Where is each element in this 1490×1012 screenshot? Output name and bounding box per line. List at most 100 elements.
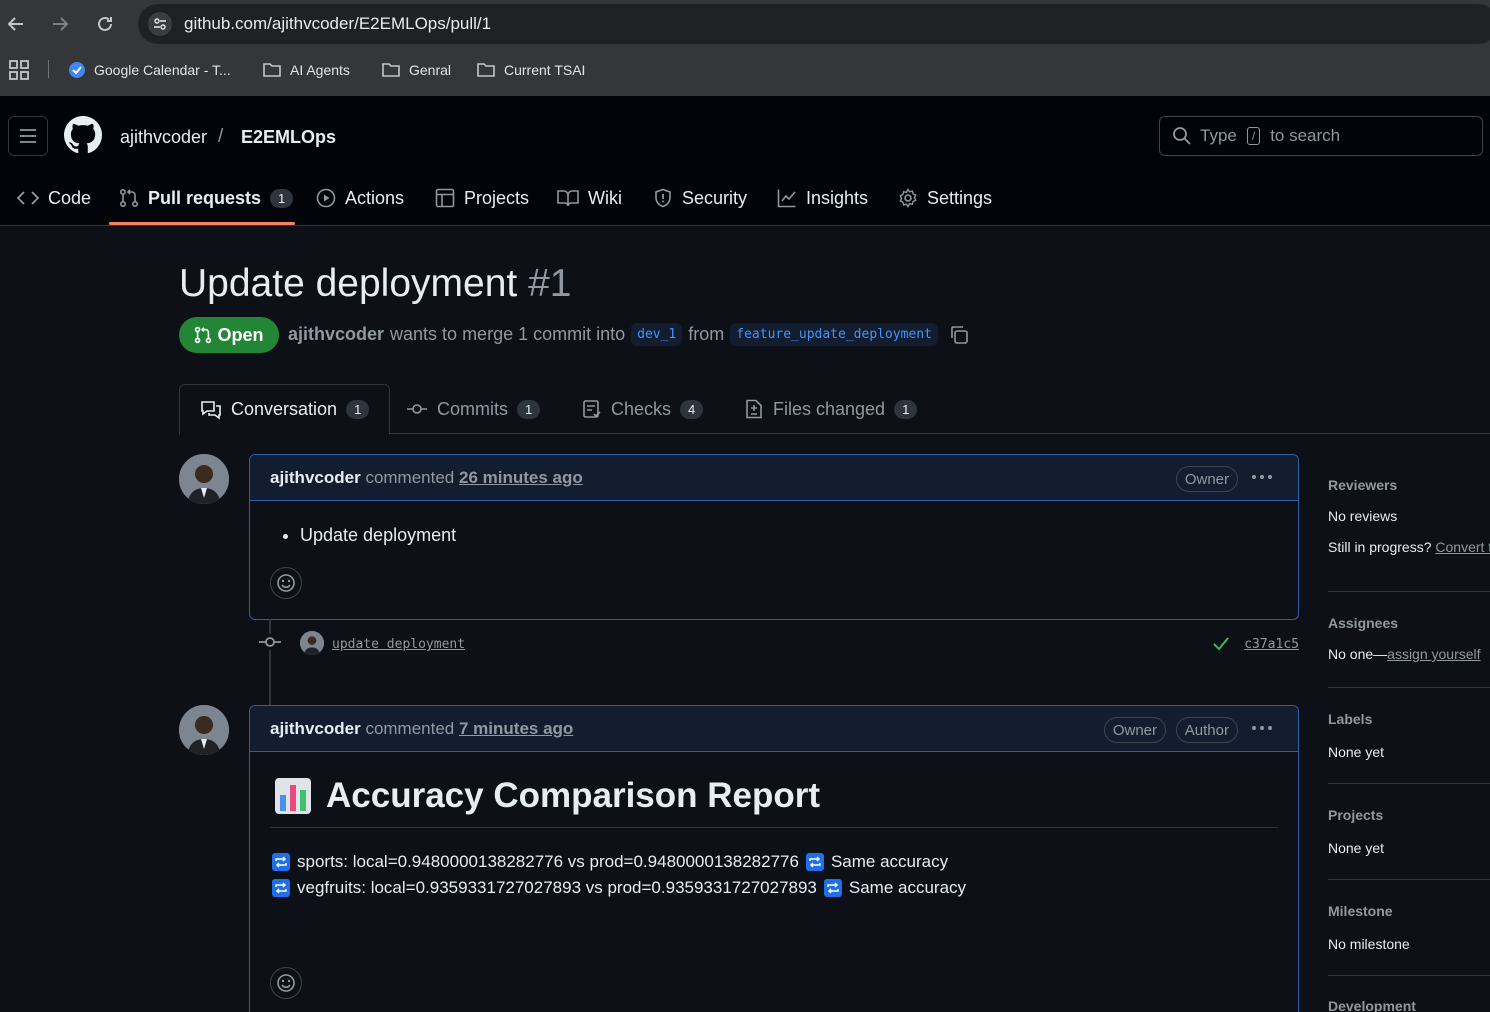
comment-body: Accuracy Comparison Report sports: local… bbox=[250, 752, 1298, 1012]
tab-pull-requests[interactable]: Pull requests 1 bbox=[119, 184, 294, 212]
tab-conversation[interactable]: Conversation 1 bbox=[179, 384, 391, 435]
tab-wiki[interactable]: Wiki bbox=[557, 184, 622, 212]
sidebar-heading[interactable]: Assignees bbox=[1328, 615, 1490, 631]
comment-action: commented bbox=[365, 719, 455, 738]
avatar[interactable] bbox=[179, 705, 229, 755]
code-icon bbox=[17, 189, 39, 207]
tab-label: Security bbox=[682, 187, 748, 208]
site-settings-icon[interactable] bbox=[148, 12, 172, 36]
sidebar-heading[interactable]: Labels bbox=[1328, 711, 1490, 727]
tab-count: 1 bbox=[894, 399, 918, 419]
from-text: from bbox=[688, 324, 725, 344]
comment-header: ajithvcoder commented 26 minutes ago Own… bbox=[250, 455, 1298, 501]
github-header: ajithvcoder / E2EMLOps Type / to search Co… bbox=[0, 96, 1490, 226]
apps-icon[interactable] bbox=[8, 59, 30, 81]
tab-files-changed[interactable]: Files changed 1 bbox=[724, 384, 937, 434]
bookmark-ai-agents[interactable]: AI Agents bbox=[262, 59, 350, 81]
graph-icon bbox=[777, 188, 797, 208]
tab-projects[interactable]: Projects bbox=[435, 184, 529, 212]
sidebar-projects: Projects None yet bbox=[1328, 807, 1490, 856]
book-icon bbox=[557, 189, 579, 207]
tab-checks[interactable]: Checks 4 bbox=[562, 384, 723, 434]
pr-author-link[interactable]: ajithvcoder bbox=[288, 324, 384, 345]
pr-title-text: Update deployment bbox=[179, 262, 518, 305]
bookmark-google-calendar[interactable]: Google Calendar - T... bbox=[68, 59, 231, 81]
pr-merge-summary: ajithvcoder wants to merge 1 commit into… bbox=[288, 323, 970, 346]
tab-code[interactable]: Code bbox=[17, 184, 91, 212]
bookmark-current-tsai[interactable]: Current TSAI bbox=[476, 59, 585, 81]
check-icon[interactable] bbox=[1213, 637, 1229, 651]
base-branch[interactable]: dev_1 bbox=[631, 323, 683, 346]
draft-note: Still in progress? bbox=[1328, 539, 1432, 555]
comment-author[interactable]: ajithvcoder bbox=[270, 719, 361, 738]
bookmarks-divider bbox=[48, 60, 49, 78]
head-branch[interactable]: feature_update_deployment bbox=[730, 323, 938, 346]
checklist-icon bbox=[582, 399, 602, 419]
github-logo-icon[interactable] bbox=[64, 116, 102, 154]
report-line: vegfruits: local=0.9359331727027893 vs p… bbox=[272, 878, 966, 898]
assign-yourself-link[interactable]: assign yourself bbox=[1387, 646, 1480, 662]
tab-label: Code bbox=[48, 187, 92, 208]
address-bar[interactable]: github.com/ajithvcoder/E2EMLOps/pull/1 bbox=[138, 4, 1490, 44]
back-icon[interactable] bbox=[4, 12, 28, 36]
sidebar-assignees: Assignees No one—assign yourself bbox=[1328, 615, 1490, 662]
sidebar-heading[interactable]: Projects bbox=[1328, 807, 1490, 823]
bookmark-label: Genral bbox=[409, 62, 452, 78]
smiley-icon[interactable] bbox=[270, 567, 302, 599]
reload-icon[interactable] bbox=[93, 12, 117, 36]
copy-icon[interactable] bbox=[948, 324, 970, 346]
commit-message-link[interactable]: update deployment bbox=[332, 637, 465, 652]
breadcrumb-repo[interactable]: E2EMLOps bbox=[241, 127, 336, 148]
smiley-icon[interactable] bbox=[270, 967, 302, 999]
bookmark-label: Google Calendar - T... bbox=[94, 62, 231, 78]
forward-icon[interactable] bbox=[48, 12, 72, 36]
bookmark-label: Current TSAI bbox=[504, 62, 586, 78]
convert-to-draft-link[interactable]: Convert to draft bbox=[1435, 539, 1490, 555]
repeat-icon bbox=[272, 879, 290, 897]
sidebar-heading[interactable]: Development bbox=[1328, 998, 1490, 1012]
bookmark-label: AI Agents bbox=[290, 62, 350, 78]
comment-discussion-icon bbox=[200, 400, 222, 420]
comment-timestamp[interactable]: 7 minutes ago bbox=[459, 719, 573, 738]
bookmark-genral[interactable]: Genral bbox=[381, 59, 451, 81]
tab-label: Checks bbox=[611, 398, 672, 419]
report-heading: Accuracy Comparison Report bbox=[274, 776, 820, 816]
folder-icon bbox=[381, 61, 401, 79]
author-badge: Author bbox=[1175, 717, 1238, 743]
repo-nav: Code Pull requests 1 Actions Projects Wi… bbox=[0, 174, 1490, 226]
tab-settings[interactable]: Settings bbox=[898, 184, 992, 212]
folder-icon bbox=[476, 61, 496, 79]
kebab-menu-icon[interactable] bbox=[1250, 718, 1274, 738]
tab-count: 1 bbox=[517, 399, 541, 419]
tab-insights[interactable]: Insights bbox=[777, 184, 868, 212]
tab-label: Settings bbox=[927, 187, 993, 208]
kebab-menu-icon[interactable] bbox=[1250, 467, 1274, 487]
comment-author[interactable]: ajithvcoder bbox=[270, 468, 361, 487]
comment-timestamp[interactable]: 26 minutes ago bbox=[459, 468, 583, 487]
sidebar-value: No one—assign yourself bbox=[1328, 646, 1490, 662]
comment-action: commented bbox=[365, 468, 455, 487]
comment-header: ajithvcoder commented 7 minutes ago Owne… bbox=[250, 706, 1298, 752]
owner-badge: Owner bbox=[1103, 717, 1166, 743]
sidebar-heading[interactable]: Reviewers bbox=[1328, 477, 1490, 493]
tab-label: Insights bbox=[806, 187, 869, 208]
avatar[interactable] bbox=[179, 454, 229, 504]
status-label: Open bbox=[217, 324, 264, 345]
avatar[interactable] bbox=[300, 631, 324, 655]
google-calendar-icon bbox=[68, 61, 86, 79]
tab-actions[interactable]: Actions bbox=[316, 184, 404, 212]
sidebar-heading[interactable]: Milestone bbox=[1328, 903, 1490, 919]
tab-commits[interactable]: Commits 1 bbox=[386, 384, 560, 434]
sidebar-development: Development bbox=[1328, 998, 1490, 1012]
pr-number: #1 bbox=[528, 262, 572, 305]
comment-body: Update deployment bbox=[300, 525, 456, 546]
shield-icon bbox=[653, 188, 673, 208]
breadcrumb-owner[interactable]: ajithvcoder bbox=[120, 127, 207, 148]
search-input[interactable]: Type / to search bbox=[1159, 116, 1483, 156]
report-line-text: vegfruits: local=0.9359331727027893 vs p… bbox=[297, 878, 817, 897]
commit-sha-link[interactable]: c37a1c5 bbox=[1244, 637, 1299, 652]
sidebar-milestone: Milestone No milestone bbox=[1328, 903, 1490, 952]
tab-label: Actions bbox=[345, 187, 405, 208]
menu-icon[interactable] bbox=[8, 116, 48, 156]
tab-security[interactable]: Security bbox=[653, 184, 747, 212]
